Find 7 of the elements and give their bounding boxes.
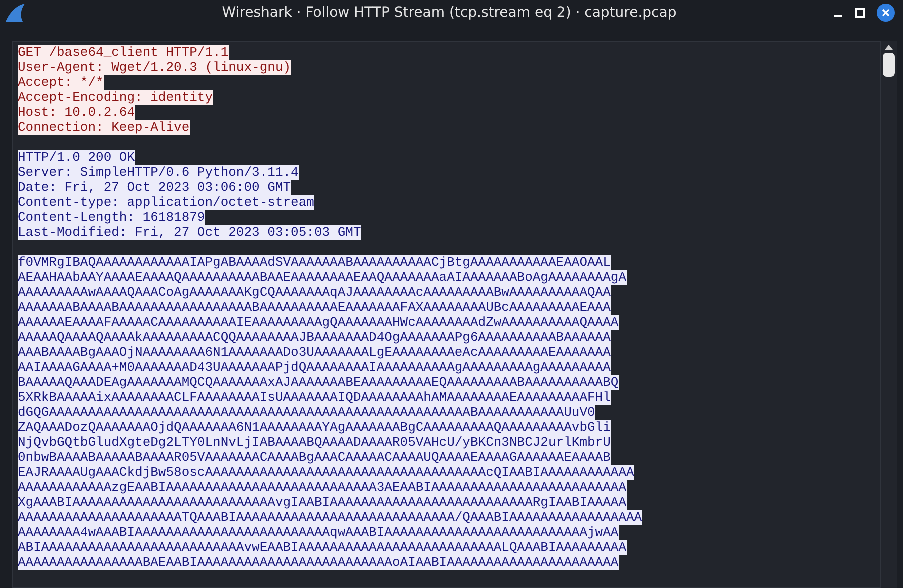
close-icon[interactable] [877,4,895,22]
window-title: Wireshark · Follow HTTP Stream (tcp.stream eq 2) · capture.pcap [221,4,678,22]
scroll-up-icon[interactable] [884,43,894,51]
scrollbar-thumb[interactable] [883,53,895,77]
scrollbar[interactable] [881,41,897,588]
maximize-icon[interactable] [855,8,865,18]
shark-fin-icon [4,3,26,23]
